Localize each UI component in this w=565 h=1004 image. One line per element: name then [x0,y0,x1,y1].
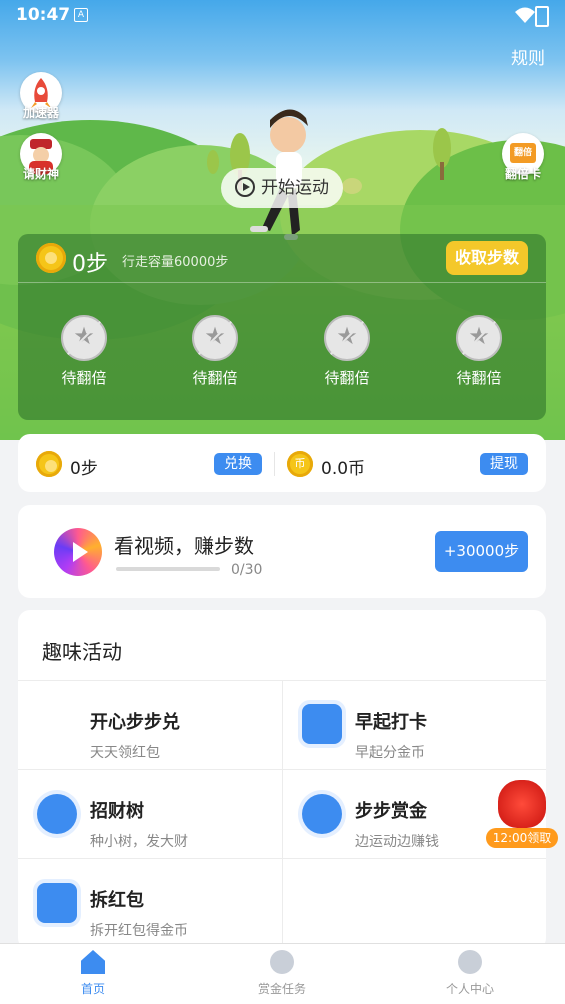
nav-label: 首页 [80,982,105,996]
double-card-button[interactable]: 翻倍 翻倍卡 [500,133,546,182]
start-exercise-button[interactable]: 开始运动 [221,168,343,208]
exchange-button[interactable]: 兑换 [214,453,262,475]
coin-balance: 0.0币 [321,459,366,479]
double-slot-3[interactable]: 待翻倍 [312,315,382,388]
activity-name: 开心步步兑 [90,712,180,733]
accelerator-button[interactable]: 加速器 [18,72,64,121]
locked-star-icon [324,315,370,361]
activity-subtitle: 边运动边赚钱 [355,834,439,850]
battery-icon [535,6,549,27]
video-task-title: 看视频，赚步数 [114,534,254,558]
piggy-bank-icon [302,794,342,834]
tree-icon [37,794,77,834]
activity-name: 步步赏金 [355,801,427,822]
accelerator-label: 加速器 [22,106,59,120]
nav-bounty-tasks[interactable]: 赏金任务 [222,950,342,997]
lucky-bag-icon [498,780,546,828]
step-balance: 0步 [70,459,98,479]
activity-name: 招财树 [90,801,144,822]
video-play-icon [54,528,102,576]
coin-icon [36,451,62,477]
wealth-god-button[interactable]: 请财神 [18,133,64,182]
wealth-god-label: 请财神 [22,167,59,181]
nav-label: 赏金任务 [257,982,306,996]
clock: 10:47 [16,5,71,25]
locked-star-icon [456,315,502,361]
slot-label: 待翻倍 [192,369,238,387]
nav-label: 个人中心 [445,982,494,996]
divider [274,452,275,476]
floating-reward-bag[interactable]: 12:00领取 [486,776,558,850]
slot-label: 待翻倍 [61,369,107,387]
currency-coin-icon: 币 [287,451,313,477]
home-icon [81,950,105,974]
wifi-icon [515,7,535,23]
activity-subtitle: 拆开红包得金币 [90,923,188,939]
step-count: 0步 [72,252,108,277]
reward-time-label: 12:00领取 [486,828,558,848]
activities-title: 趣味活动 [42,640,122,664]
rules-link[interactable]: 规则 [511,44,545,69]
slot-label: 待翻倍 [456,369,502,387]
slot-label: 待翻倍 [324,369,370,387]
walk-capacity: 行走容量60000步 [122,255,229,270]
watch-video-reward-button[interactable]: +30000步 [435,531,528,572]
activity-subtitle: 种小树，发大财 [90,834,188,850]
nav-profile[interactable]: 个人中心 [410,950,530,997]
double-card-label: 翻倍卡 [504,167,541,181]
locked-star-icon [192,315,238,361]
activity-name: 拆红包 [90,890,144,911]
divider [18,282,546,283]
play-circle-icon [235,177,255,197]
status-bar: 10:47 A [0,0,565,32]
double-slot-1[interactable]: 待翻倍 [49,315,119,388]
calendar-check-icon [302,704,342,744]
notification-app-icon: A [74,8,88,22]
start-exercise-label: 开始运动 [261,178,329,198]
activity-name: 早起打卡 [355,712,427,733]
double-card-badge: 翻倍 [510,143,536,163]
double-slot-2[interactable]: 待翻倍 [180,315,250,388]
compass-icon [270,950,294,974]
collect-steps-button[interactable]: 收取步数 [446,241,528,275]
video-progress-text: 0/30 [231,562,263,578]
video-progress-bar [116,567,220,571]
coin-icon [36,243,66,273]
nav-home[interactable]: 首页 [33,950,153,997]
activity-subtitle: 早起分金币 [355,745,425,761]
user-icon [458,950,482,974]
double-slot-4[interactable]: 待翻倍 [444,315,514,388]
locked-star-icon [61,315,107,361]
withdraw-button[interactable]: 提现 [480,453,528,475]
activity-subtitle: 天天领红包 [90,745,160,761]
red-envelope-icon [37,883,77,923]
